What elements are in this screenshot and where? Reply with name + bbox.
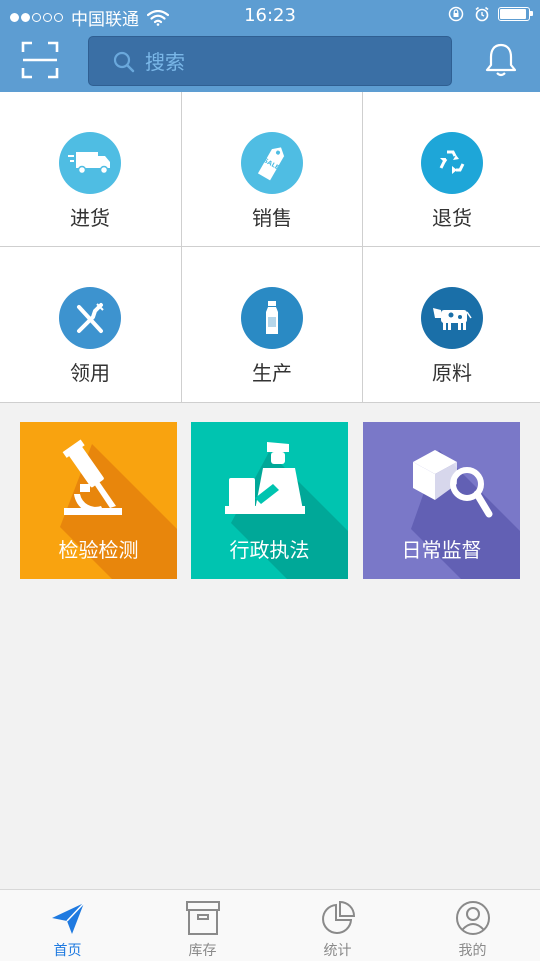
- function-label: 进货: [70, 206, 110, 230]
- function-grid: 进货 SALE 销售 退货 领用 生产 原料: [0, 92, 540, 403]
- tile-law-enforcement[interactable]: 行政执法: [191, 422, 348, 579]
- search-bar[interactable]: [88, 36, 452, 86]
- tab-label: 我的: [458, 943, 487, 959]
- tab-statistics[interactable]: 统计: [270, 890, 405, 961]
- tile-daily-supervision[interactable]: 日常监督: [363, 422, 520, 579]
- function-raw-material[interactable]: 原料: [362, 247, 540, 401]
- grid-divider: [0, 246, 540, 247]
- function-sales[interactable]: SALE 销售: [182, 92, 362, 246]
- bell-icon: [485, 43, 517, 77]
- function-icon-circle: SALE: [241, 132, 303, 194]
- scan-frame-icon: [21, 41, 59, 79]
- recycle-arrows-icon: [439, 150, 465, 174]
- top-bar: 中国联通 16:23: [0, 0, 540, 92]
- battery-fill: [500, 9, 526, 19]
- tile-inspection[interactable]: 检验检测: [20, 422, 177, 579]
- archive-box-icon: [185, 901, 220, 935]
- delivery-truck-icon: [68, 152, 110, 175]
- tab-label: 首页: [53, 943, 82, 959]
- function-production[interactable]: 生产: [182, 247, 362, 401]
- pie-chart-icon: [321, 900, 355, 934]
- cow-icon: [433, 308, 472, 330]
- status-right: [448, 6, 533, 22]
- scan-button[interactable]: [20, 40, 60, 80]
- fork-knife-icon: [77, 303, 104, 333]
- function-icon-circle: [59, 287, 121, 349]
- tab-inventory[interactable]: 库存: [135, 890, 270, 961]
- function-requisition[interactable]: 领用: [0, 247, 180, 401]
- orientation-lock-icon: [448, 6, 464, 22]
- notification-button[interactable]: [484, 42, 518, 78]
- tile-label: 行政执法: [229, 538, 310, 562]
- paper-plane-icon: [51, 902, 85, 934]
- bottom-tab-bar: 首页 库存 统计 我的: [0, 889, 540, 961]
- search-input[interactable]: [145, 47, 425, 77]
- user-profile-icon: [455, 901, 490, 935]
- function-label: 原料: [432, 361, 472, 385]
- function-icon-circle: [421, 132, 483, 194]
- grid-divider: [181, 92, 182, 403]
- alarm-clock-icon: [475, 6, 489, 22]
- function-icon-circle: [59, 132, 121, 194]
- tab-label: 库存: [188, 943, 217, 959]
- function-label: 退货: [432, 206, 472, 230]
- function-label: 领用: [70, 361, 110, 385]
- function-label: 生产: [252, 361, 292, 385]
- function-stock-in[interactable]: 进货: [0, 92, 180, 246]
- milk-bottle-icon: [266, 301, 278, 334]
- function-icon-circle: [241, 287, 303, 349]
- search-icon: [113, 51, 135, 73]
- tab-home[interactable]: 首页: [0, 890, 135, 961]
- sale-tag-icon: SALE: [257, 147, 285, 181]
- function-label: 销售: [252, 206, 292, 230]
- grid-divider: [362, 92, 363, 403]
- status-bar: 中国联通 16:23: [0, 0, 540, 30]
- tab-profile[interactable]: 我的: [405, 890, 540, 961]
- tile-label: 日常监督: [401, 538, 482, 562]
- function-return[interactable]: 退货: [362, 92, 540, 246]
- battery-icon: [498, 7, 533, 21]
- function-icon-circle: [421, 287, 483, 349]
- tile-label: 检验检测: [58, 538, 139, 562]
- tab-label: 统计: [323, 943, 352, 959]
